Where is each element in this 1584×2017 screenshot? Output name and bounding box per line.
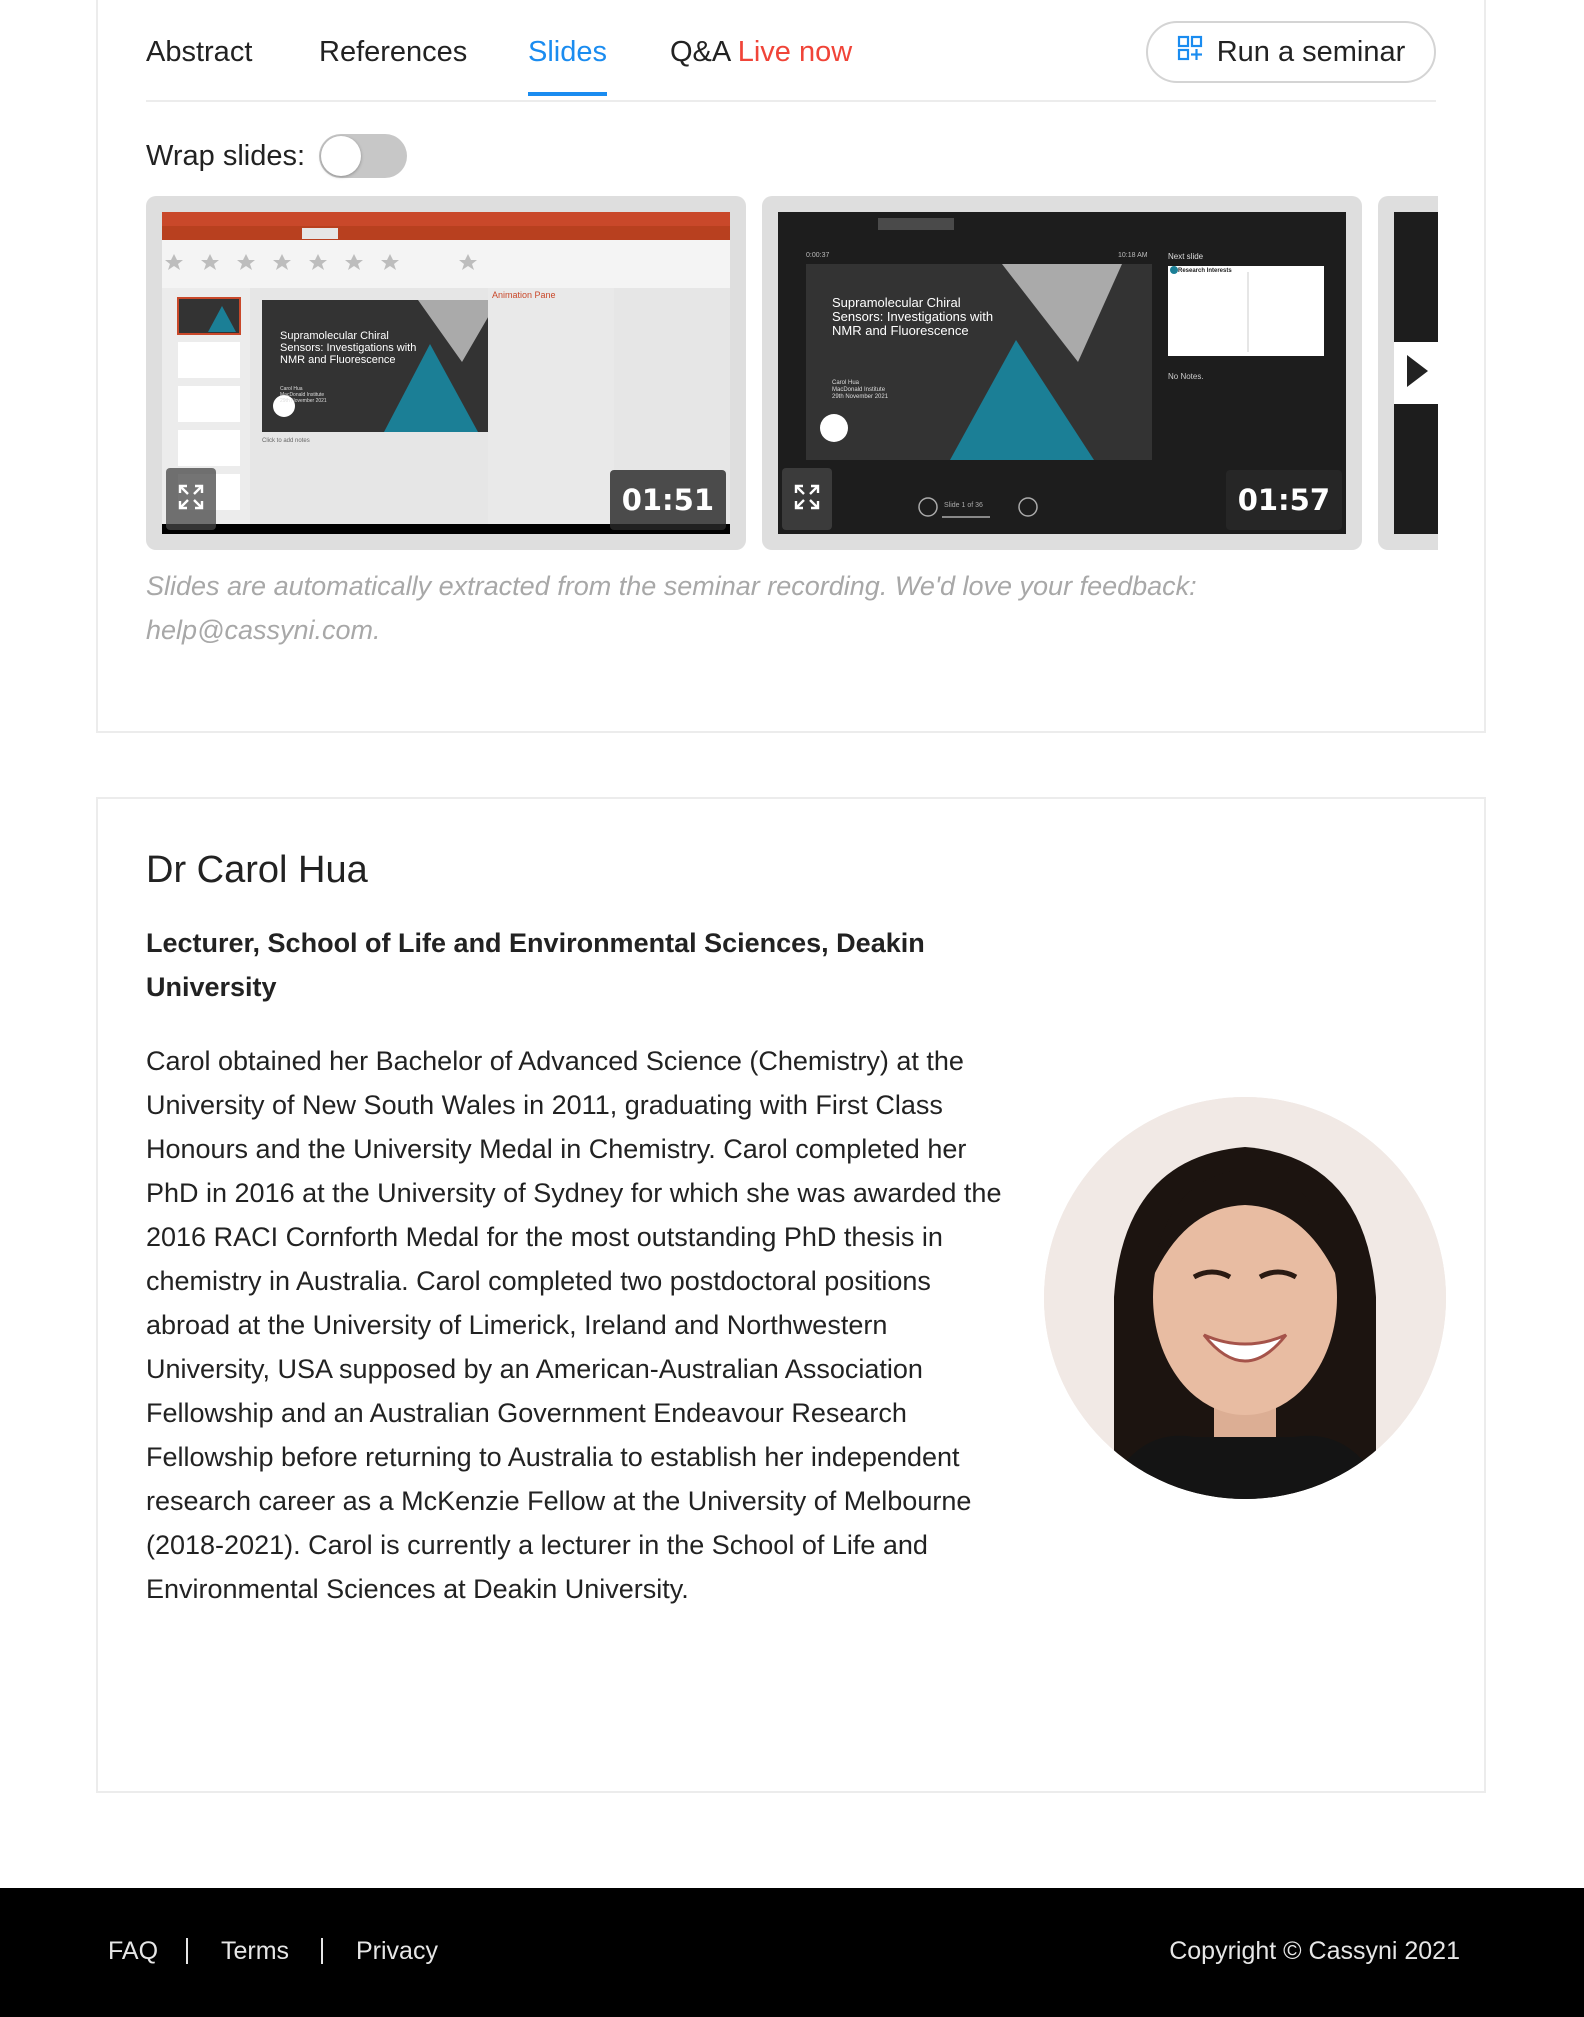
tab-abstract[interactable]: Abstract: [146, 32, 252, 72]
speaker-name: Dr Carol Hua: [146, 849, 368, 891]
expand-slide-button[interactable]: [782, 468, 832, 530]
grid-plus-icon: [1177, 35, 1203, 69]
animation-pane-label: Animation Pane: [492, 290, 556, 300]
slide-thumbnail[interactable]: Supramolecular Chiral Sensors: Investiga…: [762, 196, 1362, 550]
slides-caption: Slides are automatically extracted from …: [146, 571, 1197, 645]
slide-counter: Slide 1 of 36: [944, 502, 983, 509]
tab-references[interactable]: References: [319, 32, 467, 72]
slide-thumbnail[interactable]: [1378, 196, 1438, 550]
speaker-title: Lecturer, School of Life and Environment…: [146, 928, 925, 1002]
site-footer: FAQ Terms Privacy Copyright © Cassyni 20…: [0, 1888, 1584, 2017]
tab-bar: Abstract References Slides Q&A Live now …: [146, 0, 1436, 102]
next-slide-title: Research Interests: [1178, 268, 1232, 274]
copyright: Copyright © Cassyni 2021: [1169, 1937, 1460, 1965]
live-now-badge: Live now: [737, 36, 853, 68]
notes-placeholder: Click to add notes: [262, 438, 310, 444]
run-seminar-button[interactable]: Run a seminar: [1146, 21, 1436, 83]
footer-divider: [186, 1938, 188, 1964]
slides-carousel[interactable]: Supramolecular Chiral Sensors: Investiga…: [146, 196, 1438, 550]
no-notes-label: No Notes.: [1168, 372, 1204, 381]
run-seminar-label: Run a seminar: [1216, 35, 1406, 68]
expand-icon: [178, 484, 204, 515]
next-slide-button[interactable]: [1394, 342, 1438, 404]
tab-qa-label: Q&A: [670, 36, 730, 68]
speaker-card: Dr Carol Hua Lecturer, School of Life an…: [96, 797, 1486, 1793]
play-arrow-icon: [1404, 353, 1430, 394]
next-slide-label: Next slide: [1168, 252, 1204, 261]
expand-icon: [794, 484, 820, 515]
slide-timestamp: 01:51: [609, 470, 726, 530]
toggle-knob: [321, 136, 362, 176]
footer-divider: [321, 1938, 323, 1964]
tab-slides[interactable]: Slides: [528, 32, 607, 96]
tab-qa[interactable]: Q&A Live now: [670, 32, 852, 72]
slide-thumbnail[interactable]: Supramolecular Chiral Sensors: Investiga…: [146, 196, 746, 550]
wrap-slides-row: Wrap slides:: [146, 134, 408, 178]
elapsed-timer: 0:00:37: [806, 252, 830, 259]
expand-slide-button[interactable]: [166, 468, 216, 530]
footer-link-privacy[interactable]: Privacy: [356, 1937, 438, 1966]
seminar-media-card: Abstract References Slides Q&A Live now …: [96, 0, 1486, 733]
speaker-avatar: [1044, 1097, 1446, 1499]
wrap-slides-label: Wrap slides:: [146, 139, 306, 172]
speaker-portrait-graphic: [1044, 1097, 1446, 1499]
wrap-slides-toggle[interactable]: [319, 134, 408, 178]
slide-timestamp: 01:57: [1225, 470, 1342, 530]
presenter-clock: 10:18 AM: [1118, 252, 1148, 259]
footer-link-terms[interactable]: Terms: [221, 1937, 289, 1966]
speaker-bio: Carol obtained her Bachelor of Advanced …: [146, 1046, 1002, 1604]
footer-link-faq[interactable]: FAQ: [108, 1937, 158, 1966]
